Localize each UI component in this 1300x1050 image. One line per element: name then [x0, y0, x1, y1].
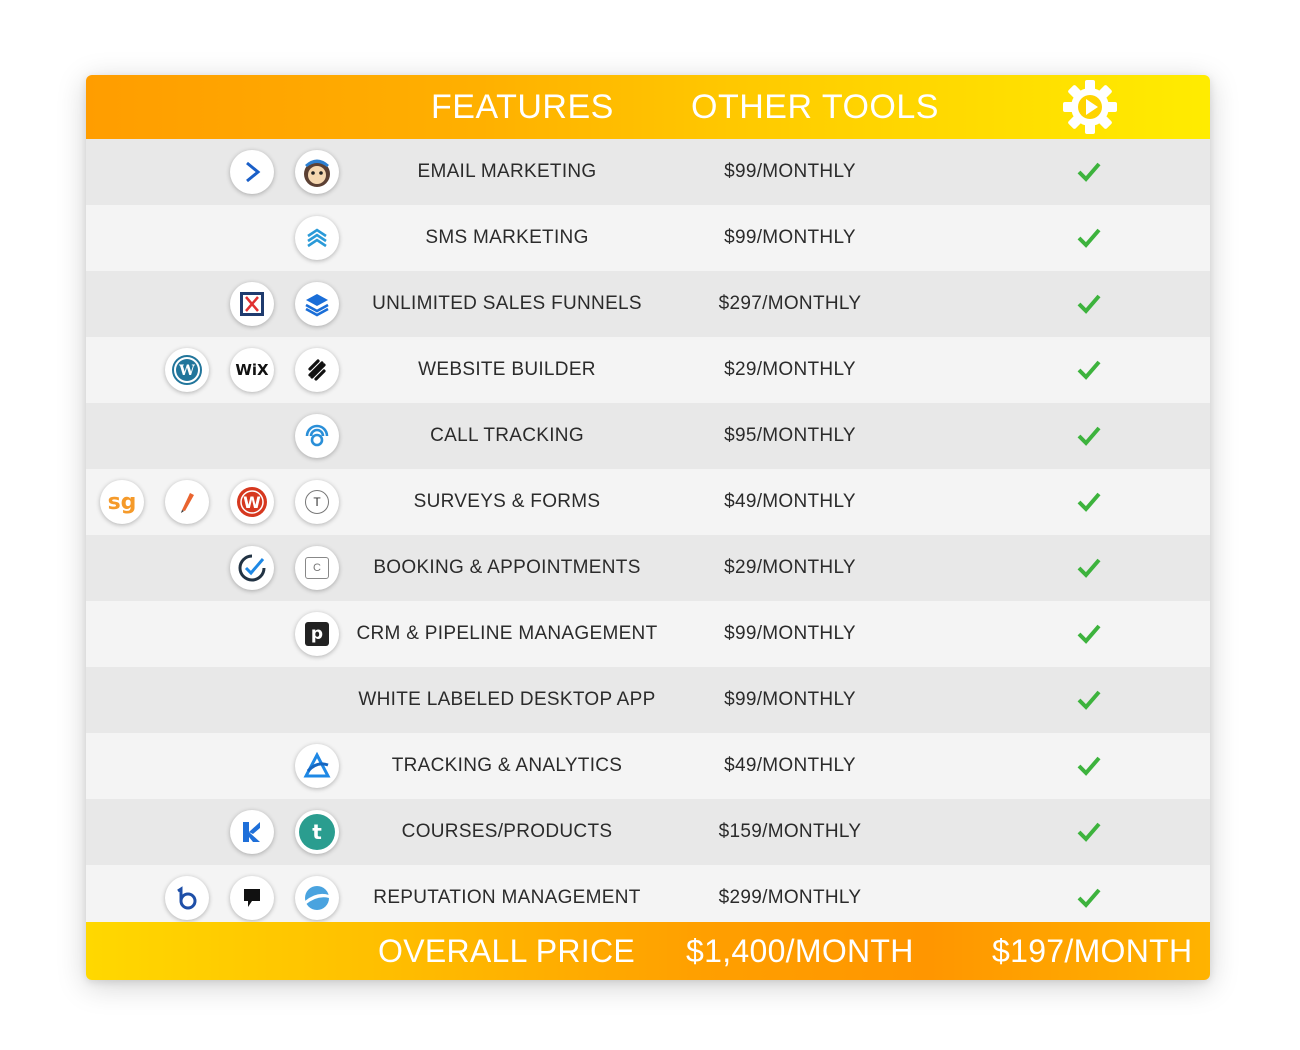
feature-name: EMAIL MARKETING	[417, 161, 597, 182]
other-tools-price: $99/MONTHLY	[724, 623, 856, 644]
table-row: SMS MARKETING $99/MONTHLY	[86, 205, 1210, 271]
sms-chevrons-icon	[295, 216, 339, 260]
table-footer: OVERALL PRICE $1,400/MONTH $197/MONTH	[86, 922, 1210, 980]
checkmark-icon	[1077, 558, 1101, 578]
gear-play-logo-icon	[1063, 80, 1117, 134]
checkmark-icon	[1077, 492, 1101, 512]
feature-name: BOOKING & APPOINTMENTS	[373, 557, 641, 578]
reputation-swoosh-icon	[295, 876, 339, 920]
pricing-comparison-card: FEATURES OTHER TOOLS EMAIL MARKETING $99…	[86, 75, 1210, 980]
layers-funnel-icon	[295, 282, 339, 326]
acuity-check-icon	[230, 546, 274, 590]
other-tools-price: $29/MONTHLY	[724, 359, 856, 380]
other-tools-price: $99/MONTHLY	[724, 161, 856, 182]
table-row: EMAIL MARKETING $99/MONTHLY	[86, 139, 1210, 205]
checkmark-icon	[1077, 360, 1101, 380]
birdeye-icon	[165, 876, 209, 920]
checkmark-icon	[1077, 624, 1101, 644]
podium-icon	[230, 876, 274, 920]
table-header: FEATURES OTHER TOOLS	[86, 75, 1210, 139]
table-row: CALL TRACKING $95/MONTHLY	[86, 403, 1210, 469]
table-row: C BOOKING & APPOINTMENTS $29/MONTHLY	[86, 535, 1210, 601]
other-tools-price: $49/MONTHLY	[724, 491, 856, 512]
surveygizmo-icon: sg	[100, 480, 144, 524]
svg-text:W: W	[178, 363, 195, 379]
feature-name: CRM & PIPELINE MANAGEMENT	[356, 623, 658, 644]
features-column-header: FEATURES	[431, 88, 614, 126]
wordpress-icon: W	[165, 348, 209, 392]
overall-price-label: OVERALL PRICE	[378, 933, 636, 969]
other-tools-total: $1,400/MONTH	[686, 933, 914, 969]
checkmark-icon	[1077, 294, 1101, 314]
table-row: W WiX WEBSITE BUILDER $29/MONTHLY	[86, 337, 1210, 403]
other-tools-price: $297/MONTHLY	[718, 293, 862, 314]
feature-name: TRACKING & ANALYTICS	[391, 755, 623, 776]
table-row: t COURSES/PRODUCTS $159/MONTHLY	[86, 799, 1210, 865]
mailchimp-icon	[295, 150, 339, 194]
other-tools-price: $99/MONTHLY	[724, 227, 856, 248]
checkmark-icon	[1077, 690, 1101, 710]
table-row: WHITE LABELED DESKTOP APP $99/MONTHLY	[86, 667, 1210, 733]
other-tools-price: $49/MONTHLY	[724, 755, 856, 776]
feature-name: CALL TRACKING	[430, 425, 584, 446]
wufoo-icon: W	[230, 480, 274, 524]
wix-icon: WiX	[230, 348, 274, 392]
other-tools-price: $95/MONTHLY	[724, 425, 856, 446]
call-tracking-icon	[295, 414, 339, 458]
table-row: UNLIMITED SALES FUNNELS $297/MONTHLY	[86, 271, 1210, 337]
feature-name: WHITE LABELED DESKTOP APP	[358, 689, 656, 710]
feature-name: SMS MARKETING	[425, 227, 589, 248]
clickfunnels-icon	[230, 282, 274, 326]
analytics-triangle-icon	[295, 744, 339, 788]
checkmark-icon	[1077, 228, 1101, 248]
our-total-price: $197/MONTH	[992, 933, 1193, 969]
other-tools-column-header: OTHER TOOLS	[691, 88, 939, 126]
checkmark-icon	[1077, 426, 1101, 446]
other-tools-price: $159/MONTHLY	[718, 821, 862, 842]
feature-name: COURSES/PRODUCTS	[401, 821, 613, 842]
activecampaign-icon	[230, 150, 274, 194]
table-row: p CRM & PIPELINE MANAGEMENT $99/MONTHLY	[86, 601, 1210, 667]
checkmark-icon	[1077, 756, 1101, 776]
checkmark-icon	[1077, 162, 1101, 182]
other-tools-price: $99/MONTHLY	[724, 689, 856, 710]
calendly-icon: C	[295, 546, 339, 590]
table-row: TRACKING & ANALYTICS $49/MONTHLY	[86, 733, 1210, 799]
feature-name: UNLIMITED SALES FUNNELS	[372, 293, 642, 314]
table-row: sg W T SURVEYS & FORMS $49/MONTHLY	[86, 469, 1210, 535]
other-tools-price: $29/MONTHLY	[724, 557, 856, 578]
typeform-icon: T	[295, 480, 339, 524]
feature-name: SURVEYS & FORMS	[413, 491, 601, 512]
feature-rows: EMAIL MARKETING $99/MONTHLY SMS MARKETIN…	[86, 139, 1210, 931]
teachable-icon: t	[295, 810, 339, 854]
svg-text:W: W	[243, 493, 261, 512]
pipedrive-icon: p	[295, 612, 339, 656]
kajabi-icon	[230, 810, 274, 854]
feature-name: WEBSITE BUILDER	[418, 359, 596, 380]
checkmark-icon	[1077, 822, 1101, 842]
checkmark-icon	[1077, 888, 1101, 908]
formstack-pencil-icon	[165, 480, 209, 524]
squarespace-icon	[295, 348, 339, 392]
